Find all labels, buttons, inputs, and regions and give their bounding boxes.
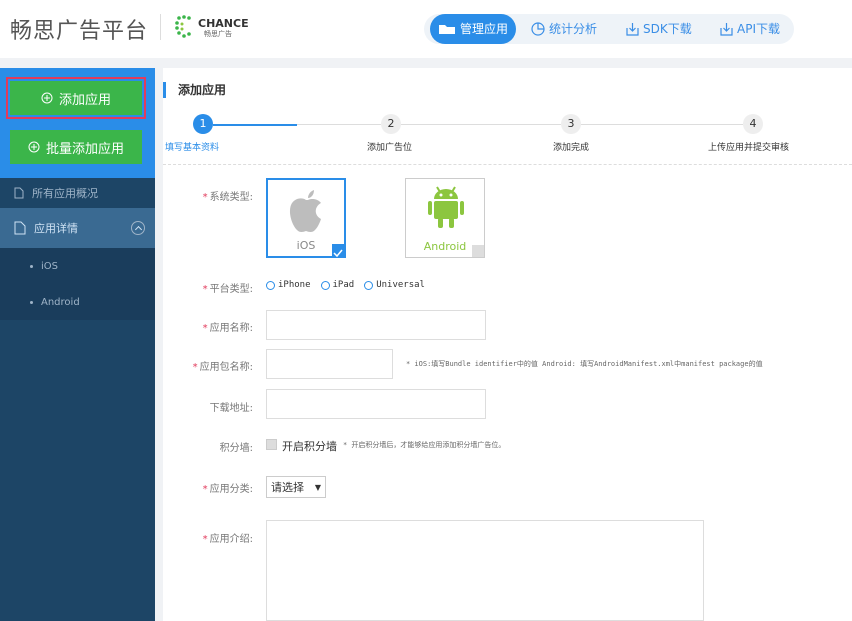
radio-icon (266, 280, 275, 290)
android-logo-icon (428, 186, 464, 228)
document-icon (14, 187, 24, 199)
offer-wall-checkbox[interactable] (266, 439, 277, 450)
offer-wall-label: 积分墙: (219, 443, 253, 454)
brand-title: 畅思广告平台 (10, 19, 149, 44)
apple-logo-icon (289, 190, 321, 232)
add-app-label: 添加应用 (58, 92, 111, 108)
system-type-label: * 系统类型: (202, 192, 253, 203)
header-bar: 畅思广告平台 CHANCE 畅思广告 管理应用 统计分析 SDK下载 API下载 (0, 0, 852, 58)
os-option-android[interactable]: Android (405, 178, 485, 258)
app-name-input[interactable] (266, 310, 486, 340)
batch-add-app-button[interactable]: 批量添加应用 (10, 130, 142, 164)
nav-statistics[interactable]: 统计分析 (531, 14, 597, 44)
bullet-icon (30, 300, 33, 304)
nav-label: SDK下载 (643, 22, 692, 36)
offer-wall-checkbox-label: 开启积分墙 (282, 440, 337, 453)
checkmark-icon (332, 244, 344, 258)
nav-api-download[interactable]: API下载 (720, 14, 780, 44)
radio-icon (320, 280, 330, 290)
download-url-label: 下载地址: (209, 403, 253, 414)
step-2-circle: 2 (381, 114, 401, 134)
sidebar-subitem-android[interactable]: Android (0, 284, 155, 320)
chevron-up-icon[interactable] (131, 221, 145, 235)
step-line (297, 124, 381, 125)
step-2-label: 添加广告位 (367, 143, 413, 153)
bullet-icon (30, 264, 33, 268)
sidebar-action-panel: 添加应用 批量添加应用 (0, 68, 155, 178)
sidebar-submenu: iOS Android (0, 248, 155, 320)
document-icon (14, 221, 26, 235)
radio-universal[interactable]: Universal (364, 280, 425, 290)
platform-label: * 平台类型: (202, 284, 253, 295)
brand-divider (160, 14, 161, 40)
nav-label: 管理应用 (460, 22, 509, 36)
chance-logo-mark-icon (175, 15, 191, 38)
sidebar-item-all-apps[interactable]: 所有应用概况 (0, 178, 155, 208)
sidebar-item-app-details[interactable]: 应用详情 (0, 208, 155, 248)
download-url-input[interactable] (266, 389, 486, 419)
chance-logo: CHANCE 畅思广告 (174, 12, 254, 44)
caret-down-icon: ▼ (314, 482, 321, 492)
sidebar-item-label: 应用详情 (34, 222, 78, 235)
intro-textarea[interactable] (266, 520, 704, 621)
radio-icon (364, 280, 374, 290)
divider (163, 164, 852, 165)
subitem-label: Android (41, 296, 80, 308)
offer-wall-hint: * 开启积分墙后，才能够给应用添加积分墙广告位。 (343, 441, 506, 449)
platform-radio-group: iPhone iPad Universal (266, 280, 425, 290)
step-3-circle: 3 (561, 114, 581, 134)
download-icon (626, 23, 639, 36)
nav-manage-apps[interactable]: 管理应用 (430, 14, 517, 44)
step-progress: 1 填写基本资料 2 添加广告位 3 添加完成 4 上传应用并提交审核 (163, 114, 852, 164)
radio-label: iPad (332, 280, 355, 290)
step-line (401, 124, 561, 125)
plus-circle-icon (41, 92, 53, 104)
checkbox-icon (472, 245, 484, 257)
step-line-done (213, 124, 297, 126)
package-name-label: * 应用包名称: (192, 362, 253, 373)
radio-iphone[interactable]: iPhone (266, 280, 311, 290)
os-option-ios[interactable]: iOS (266, 178, 346, 258)
plus-circle-icon (28, 141, 40, 153)
step-1-circle: 1 (193, 114, 213, 134)
step-4-label: 上传应用并提交审核 (708, 143, 790, 153)
category-label: * 应用分类: (202, 484, 253, 495)
radio-ipad[interactable]: iPad (320, 280, 355, 290)
add-app-button[interactable]: 添加应用 (6, 77, 146, 119)
step-3-label: 添加完成 (553, 143, 590, 153)
main-content: 添加应用 1 填写基本资料 2 添加广告位 3 添加完成 4 上传应用并提交审核… (163, 68, 852, 621)
page-title: 添加应用 (163, 82, 226, 98)
radio-label: iPhone (278, 280, 311, 290)
pie-chart-icon (531, 22, 545, 36)
nav-sdk-download[interactable]: SDK下载 (626, 14, 692, 44)
nav-label: 统计分析 (549, 22, 598, 36)
logo-subtext: 畅思广告 (204, 30, 232, 38)
sidebar-item-label: 所有应用概况 (32, 187, 98, 200)
package-name-input[interactable] (266, 349, 393, 379)
download-icon (720, 23, 733, 36)
intro-label: * 应用介绍: (202, 534, 253, 545)
step-1-label: 填写基本资料 (165, 143, 220, 153)
step-line (581, 124, 743, 125)
logo-text: CHANCE (198, 17, 249, 30)
step-4-circle: 4 (743, 114, 763, 134)
folder-icon (439, 25, 455, 34)
sidebar-menu: 所有应用概况 应用详情 iOS Android (0, 178, 155, 320)
sidebar: 添加应用 批量添加应用 所有应用概况 应用详情 iOS Android (0, 68, 155, 621)
nav-label: API下载 (737, 22, 780, 36)
subitem-label: iOS (41, 260, 58, 272)
batch-add-label: 批量添加应用 (45, 141, 124, 157)
category-select[interactable]: 请选择 ▼ (266, 476, 326, 498)
package-hint: * iOS:填写Bundle identifier中的值 Android: 填写… (406, 360, 763, 368)
sidebar-subitem-ios[interactable]: iOS (0, 248, 155, 284)
radio-label: Universal (376, 280, 425, 290)
app-name-label: * 应用名称: (202, 323, 253, 334)
category-select-value: 请选择 (271, 481, 304, 494)
